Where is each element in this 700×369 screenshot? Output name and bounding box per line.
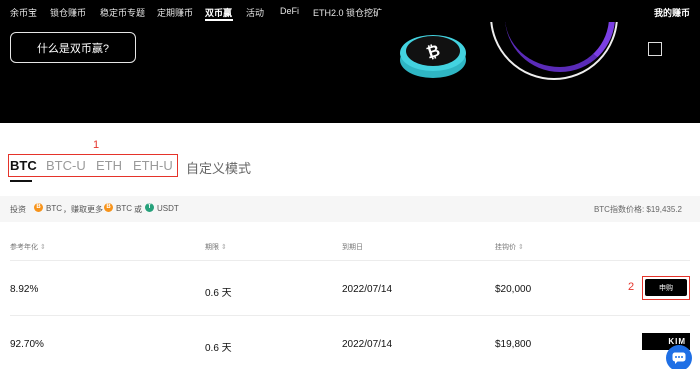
sort-icon: ⇕ [40, 244, 46, 251]
nav-item-dual-currency[interactable]: 双币赢 [205, 6, 232, 19]
hero-banner: 什么是双币赢? ₿ [0, 22, 700, 123]
usdt-coin-icon: T [145, 203, 154, 212]
top-nav: 余币宝 锁仓赚币 稳定币专题 定期赚币 双币赢 活动 DeFi ETH2.0 锁… [0, 0, 700, 22]
sort-icon: ⇕ [221, 244, 227, 251]
btc-coin-icon: B [34, 203, 43, 212]
banner-checkbox[interactable] [648, 42, 662, 56]
expiry-value: 2022/07/14 [342, 339, 393, 350]
tab-custom-mode[interactable]: 自定义模式 [186, 158, 251, 177]
or-label: 或 [134, 205, 142, 214]
tab-active-indicator [10, 180, 32, 182]
apy-value: 8.92% [10, 284, 39, 295]
sort-icon: ⇕ [518, 244, 524, 251]
tab-eth[interactable]: ETH [96, 158, 122, 173]
invest-coin: BTC [46, 204, 62, 213]
earn-label: ，赚取更多 [63, 205, 103, 214]
term-value: 0.6 天 [205, 343, 232, 354]
nav-item-stablecoin[interactable]: 稳定币专题 [100, 6, 145, 19]
alt-coin: USDT [157, 204, 179, 213]
column-header-term[interactable]: 期限 ⇕ [205, 242, 227, 252]
btc-index-price: BTC指数价格: $19,435.2 [593, 205, 682, 214]
strike-value: $20,000 [495, 284, 532, 295]
info-bar: 投资 B BTC ，赚取更多 B BTC 或 T USDT BTC指数价格: $… [0, 196, 700, 222]
tab-btc[interactable]: BTC [10, 158, 37, 173]
divider [10, 260, 690, 261]
apy-value: 92.70% [10, 339, 44, 350]
earn-coin: BTC [116, 204, 132, 213]
column-header-apy[interactable]: 参考年化 ⇕ [10, 242, 46, 252]
nav-item-savings[interactable]: 余币宝 [10, 6, 37, 19]
nav-active-indicator [205, 19, 233, 21]
tab-btc-u[interactable]: BTC-U [46, 158, 86, 173]
my-earnings-link[interactable]: 我的赚币 [654, 6, 690, 19]
strike-value: $19,800 [495, 339, 532, 350]
chat-icon [672, 352, 686, 364]
annotation-1: 1 [93, 139, 100, 151]
chat-support-button[interactable] [666, 345, 692, 369]
term-value: 0.6 天 [205, 288, 232, 299]
bitcoin-icon: ₿ [400, 35, 466, 78]
nav-item-events[interactable]: 活动 [246, 6, 264, 19]
btc-coin-icon: B [104, 203, 113, 212]
subscribe-button[interactable]: 申购 [645, 279, 687, 296]
expiry-value: 2022/07/14 [342, 284, 393, 295]
invest-label: 投资 [10, 205, 26, 214]
nav-item-locked-staking[interactable]: 锁仓赚币 [50, 6, 86, 19]
nav-item-fixed-term[interactable]: 定期赚币 [157, 6, 193, 19]
what-is-dual-currency-button[interactable]: 什么是双币赢? [10, 32, 136, 63]
divider [10, 315, 690, 316]
nav-item-eth2-staking[interactable]: ETH2.0 锁仓挖矿 [313, 6, 382, 19]
tab-eth-u[interactable]: ETH-U [133, 158, 173, 173]
annotation-2: 2 [628, 281, 635, 293]
column-header-expiry[interactable]: 到期日 [342, 242, 363, 252]
column-header-strike[interactable]: 挂钩价 ⇕ [495, 242, 524, 252]
nav-item-defi[interactable]: DeFi [280, 6, 299, 16]
